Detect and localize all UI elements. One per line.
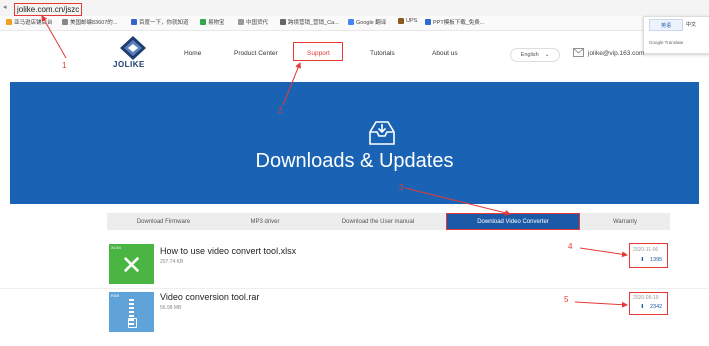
bookmark-item[interactable]: 跨境营销_营销_Ca... bbox=[280, 18, 339, 26]
tab-user-manual[interactable]: Download the User manual bbox=[310, 213, 446, 230]
download-icon[interactable]: ⬇ bbox=[640, 257, 645, 263]
bookmark-icon bbox=[238, 19, 244, 25]
nav-tutorials[interactable]: Tutorials bbox=[370, 50, 395, 57]
bookmark-item[interactable]: UPS bbox=[398, 18, 417, 24]
bookmark-icon bbox=[200, 19, 206, 25]
download-icon[interactable]: ⬇ bbox=[640, 304, 645, 310]
bookmark-item[interactable]: 美国邮编83607的... bbox=[62, 18, 117, 26]
download-date: 2020-05-19 bbox=[633, 295, 659, 301]
nav-home[interactable]: Home bbox=[184, 50, 201, 57]
chevron-down-icon: ⌄ bbox=[544, 52, 550, 58]
translate-target-button[interactable]: 中文 bbox=[686, 21, 696, 28]
bookmark-icon bbox=[62, 19, 68, 25]
tab-video-converter[interactable]: Download Video Converter bbox=[446, 213, 580, 230]
tab-warranty[interactable]: Warranty bbox=[580, 213, 670, 230]
download-title[interactable]: How to use video convert tool.xlsx bbox=[160, 246, 296, 256]
bookmark-icon bbox=[398, 18, 404, 24]
page-title: Downloads & Updates bbox=[255, 150, 454, 172]
download-date: 2020-11-06 bbox=[633, 247, 659, 253]
language-label: English bbox=[520, 52, 539, 58]
bookmark-item[interactable]: 亚马逊店铺后台 bbox=[6, 18, 53, 26]
translate-footer: Google Translate bbox=[649, 40, 684, 45]
download-size: 56.98 MB bbox=[160, 305, 182, 311]
annotation-label: 4 bbox=[568, 242, 573, 251]
row-divider bbox=[0, 288, 709, 289]
tab-mp3-driver[interactable]: MP3 driver bbox=[220, 213, 310, 230]
bookmark-icon bbox=[425, 19, 431, 25]
hero-banner bbox=[10, 82, 699, 204]
excel-icon: XLSX ✕ bbox=[109, 244, 154, 284]
back-icon[interactable]: ◂ bbox=[3, 3, 7, 11]
nav-support[interactable]: Support bbox=[307, 50, 330, 57]
mail-icon bbox=[573, 48, 584, 57]
download-title[interactable]: Video conversion tool.rar bbox=[160, 292, 259, 302]
download-size: 207.74 KB bbox=[160, 259, 184, 265]
zip-icon: RAR bbox=[109, 292, 154, 332]
bookmark-icon bbox=[280, 19, 286, 25]
bookmark-icon bbox=[6, 19, 12, 25]
translate-source-button[interactable]: 英语 bbox=[649, 19, 683, 31]
bookmark-icon bbox=[348, 19, 354, 25]
annotation-label: 3 bbox=[399, 183, 404, 192]
bookmark-item[interactable]: 中国货代 bbox=[238, 18, 268, 26]
download-count: 2342 bbox=[650, 304, 663, 310]
language-select[interactable]: English ⌄ bbox=[510, 48, 560, 62]
download-count: 1395 bbox=[650, 257, 663, 263]
annotation-label: 5 bbox=[564, 295, 569, 304]
contact-email[interactable]: jolike@vip.163.com bbox=[588, 50, 644, 57]
browser-address-bar[interactable] bbox=[0, 0, 709, 17]
url-text[interactable]: jolike.com.cn/jszc bbox=[14, 3, 83, 16]
annotation-label: 2 bbox=[278, 106, 283, 115]
nav-about-us[interactable]: About us bbox=[432, 50, 458, 57]
nav-product-center[interactable]: Product Center bbox=[234, 50, 278, 57]
bookmark-item[interactable]: 易物宝 bbox=[200, 18, 225, 26]
bookmark-item[interactable]: PPT模板下载_免费... bbox=[425, 18, 484, 26]
bookmark-item[interactable]: Google 翻译 bbox=[348, 18, 386, 26]
tab-download-firmware[interactable]: Download Firmware bbox=[107, 213, 220, 230]
logo-text: JOLIKE bbox=[113, 60, 145, 69]
bookmark-icon bbox=[131, 19, 137, 25]
download-tray-icon bbox=[369, 121, 395, 145]
annotation-label: 1 bbox=[62, 61, 67, 70]
logo-icon[interactable] bbox=[120, 36, 146, 60]
bookmark-item[interactable]: 百度一下，你就知道 bbox=[131, 18, 189, 26]
